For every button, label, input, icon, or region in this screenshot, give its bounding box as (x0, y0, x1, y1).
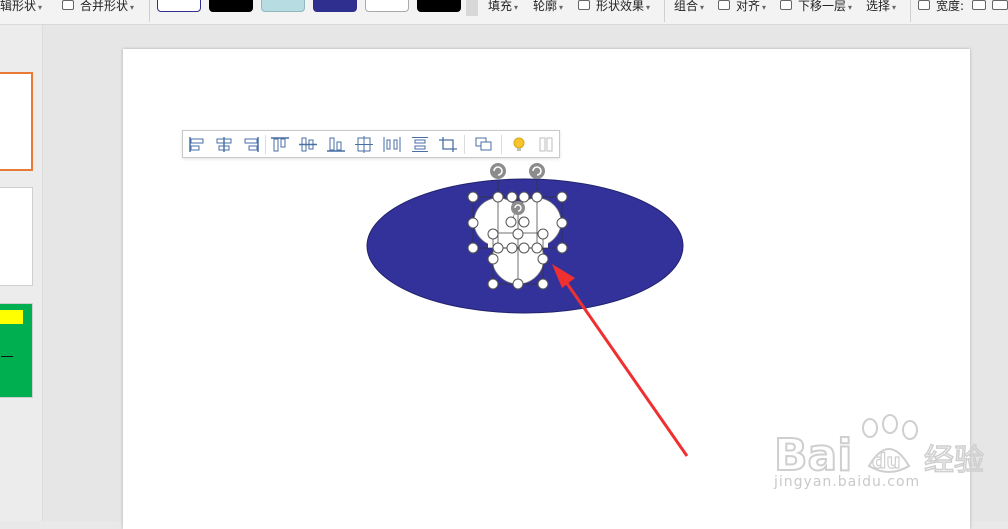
style-swatch-2[interactable] (209, 0, 253, 12)
slide-thumbnail-3[interactable] (0, 303, 33, 398)
chevron-down-icon: ▾ (892, 3, 897, 12)
send-backward-menu[interactable]: 下移一层 ▾ (798, 0, 852, 14)
style-swatch-5[interactable] (365, 0, 409, 12)
thumbnail-title-bar (0, 310, 23, 324)
style-gallery-scroll[interactable] (466, 0, 478, 16)
chevron-down-icon: ▾ (700, 3, 705, 12)
rotate-handle-icon[interactable] (511, 201, 525, 215)
watermark-url: jingyan.baidu.com (774, 474, 921, 490)
distribute-vertical-icon[interactable] (410, 136, 430, 153)
divider (910, 0, 911, 22)
shape-effects-icon (578, 0, 590, 10)
style-swatch-1[interactable] (157, 0, 201, 12)
chevron-down-icon: ▾ (848, 3, 853, 12)
align-center-icon[interactable] (214, 136, 234, 153)
more-icon[interactable] (536, 136, 556, 153)
divider (664, 0, 665, 22)
merge-shape-icon (62, 0, 74, 10)
align-label: 对齐 (736, 0, 761, 13)
svg-text:du: du (872, 449, 901, 473)
width-label: 宽度: (936, 0, 965, 13)
send-backward-label: 下移一层 (798, 0, 847, 13)
style-swatch-4[interactable] (313, 0, 357, 12)
align-canvas-center-icon[interactable] (354, 136, 374, 153)
distribute-horizontal-icon[interactable] (382, 136, 402, 153)
align-right-icon[interactable] (241, 136, 261, 153)
edit-shape-label: 辑形状 (0, 0, 37, 13)
merge-shape-label: 合并形状 (80, 0, 129, 13)
chevron-down-icon: ▾ (514, 3, 519, 12)
group-menu[interactable]: 组合 ▾ (674, 0, 704, 14)
merge-shape-menu[interactable]: 合并形状 ▾ (80, 0, 134, 14)
group-icon[interactable] (474, 136, 494, 153)
width-input[interactable] (992, 0, 1008, 10)
style-swatch-6[interactable] (417, 0, 461, 12)
chevron-down-icon: ▾ (38, 3, 43, 12)
align-bottom-icon[interactable] (326, 136, 346, 153)
outline-label: 轮廓 (533, 0, 558, 13)
divider (149, 0, 150, 22)
fill-menu[interactable]: 填充 ▾ (488, 0, 518, 14)
thumbnail-text-line (1, 356, 13, 357)
align-middle-icon[interactable] (298, 136, 318, 153)
align-menu[interactable]: 对齐 ▾ (736, 0, 766, 14)
select-label: 选择 (866, 0, 891, 13)
shape-effects-menu[interactable]: 形状效果 ▾ (596, 0, 650, 14)
slide-thumbnail-2[interactable] (0, 187, 33, 286)
align-icon (718, 0, 730, 10)
divider (265, 135, 266, 154)
group-label: 组合 (674, 0, 699, 13)
edit-shape-menu[interactable]: 辑形状 ▾ (0, 0, 42, 14)
crop-icon[interactable] (438, 136, 458, 153)
lightbulb-icon[interactable] (509, 136, 529, 153)
rotate-handle-icon[interactable] (490, 163, 506, 179)
align-top-icon[interactable] (270, 136, 290, 153)
slide-thumbnails-pane (0, 25, 43, 521)
align-floating-toolbar (182, 130, 560, 158)
select-menu[interactable]: 选择 ▾ (866, 0, 896, 14)
send-backward-icon (780, 0, 792, 10)
width-icon (918, 0, 930, 10)
align-left-icon[interactable] (187, 136, 207, 153)
chevron-down-icon: ▾ (559, 3, 564, 12)
shape-effects-label: 形状效果 (596, 0, 645, 13)
ribbon: 辑形状 ▾ 合并形状 ▾ 填充 ▾ 轮廓 ▾ 形状效果 ▾ 组合 ▾ 对齐 ▾ 下移一层 ▾ 选… (0, 0, 1008, 25)
rotate-handle-icon[interactable] (529, 163, 545, 179)
chevron-down-icon: ▾ (646, 3, 651, 12)
chevron-down-icon: ▾ (130, 3, 135, 12)
watermark-brand-cn: 经验 (924, 443, 984, 478)
chevron-down-icon: ▾ (762, 3, 767, 12)
divider (464, 135, 465, 154)
slide-thumbnail-1[interactable] (0, 72, 33, 171)
outline-menu[interactable]: 轮廓 ▾ (533, 0, 563, 14)
divider (501, 135, 502, 154)
width-decrease-button[interactable] (972, 0, 986, 10)
style-swatch-3[interactable] (261, 0, 305, 12)
fill-label: 填充 (488, 0, 513, 13)
